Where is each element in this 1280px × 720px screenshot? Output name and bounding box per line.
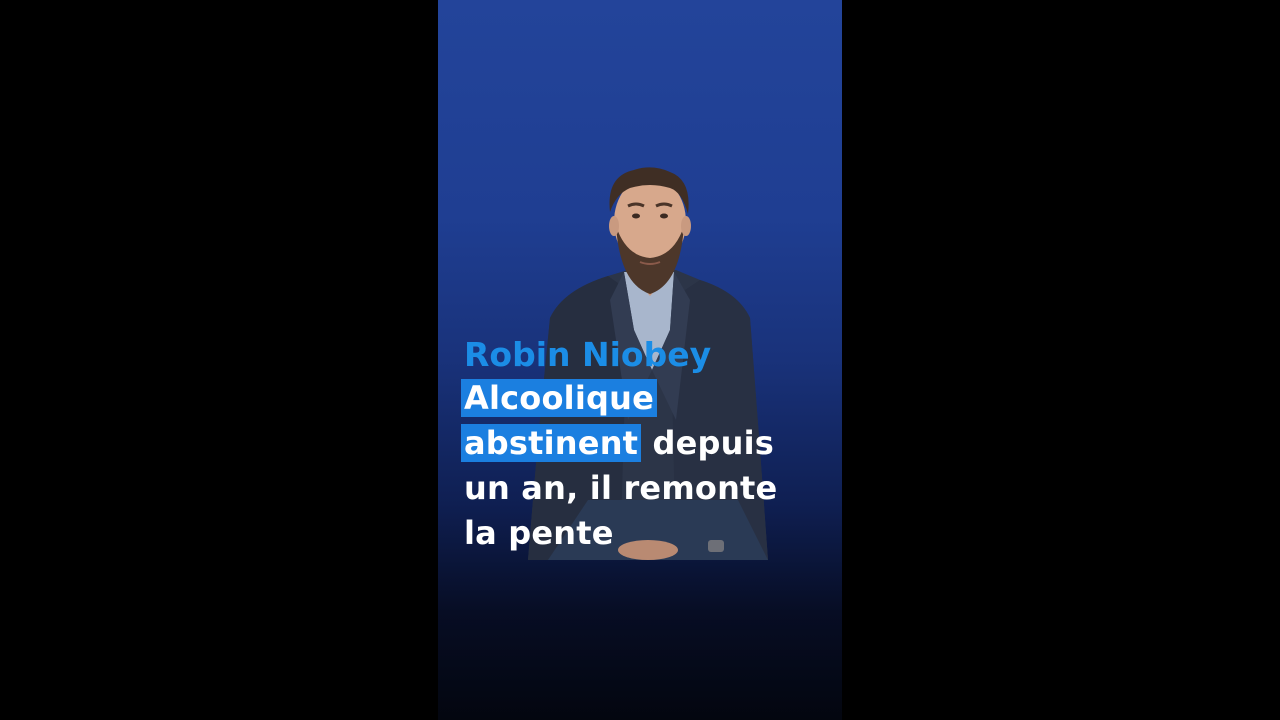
headline-text: depuis xyxy=(641,424,775,462)
headline: Alcoolique abstinent depuis un an, il re… xyxy=(461,376,834,556)
video-player[interactable]: Robin Niobey Alcoolique abstinent depuis… xyxy=(0,0,1280,720)
video-frame[interactable]: Robin Niobey Alcoolique abstinent depuis… xyxy=(438,0,842,720)
headline-text: la pente xyxy=(464,514,614,552)
headline-highlight: abstinent xyxy=(461,424,642,462)
video-caption: Robin Niobey Alcoolique abstinent depuis… xyxy=(461,334,834,556)
headline-text: un an, il remonte xyxy=(464,469,778,507)
headline-highlight: Alcoolique xyxy=(461,379,657,417)
person-name: Robin Niobey xyxy=(464,335,712,374)
